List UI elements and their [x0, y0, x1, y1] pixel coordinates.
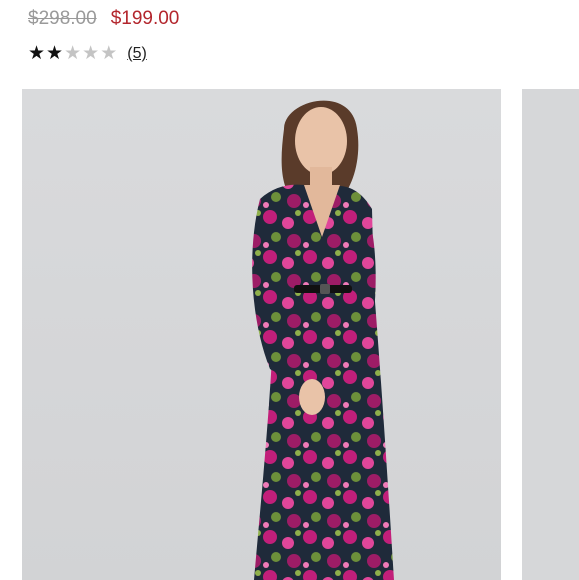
model-photo-icon	[252, 100, 394, 580]
review-count-link[interactable]: (5)	[127, 45, 147, 63]
rating-row[interactable]: ★ ★ ★ ★ ★ (5)	[28, 44, 147, 63]
original-price: $298.00	[28, 8, 97, 29]
star-empty-icon: ★	[64, 43, 82, 64]
price-row: $298.00 $199.00	[28, 8, 179, 30]
star-empty-icon: ★	[100, 43, 118, 64]
star-filled-icon: ★	[28, 43, 46, 64]
product-image-main[interactable]	[22, 89, 501, 580]
star-filled-icon: ★	[46, 43, 64, 64]
star-rating: ★ ★ ★ ★ ★	[28, 44, 117, 63]
sale-price: $199.00	[110, 8, 180, 29]
product-page: $298.00 $199.00 ★ ★ ★ ★ ★ (5)	[0, 0, 579, 580]
product-image-next[interactable]	[522, 89, 579, 580]
star-empty-icon: ★	[82, 43, 100, 64]
